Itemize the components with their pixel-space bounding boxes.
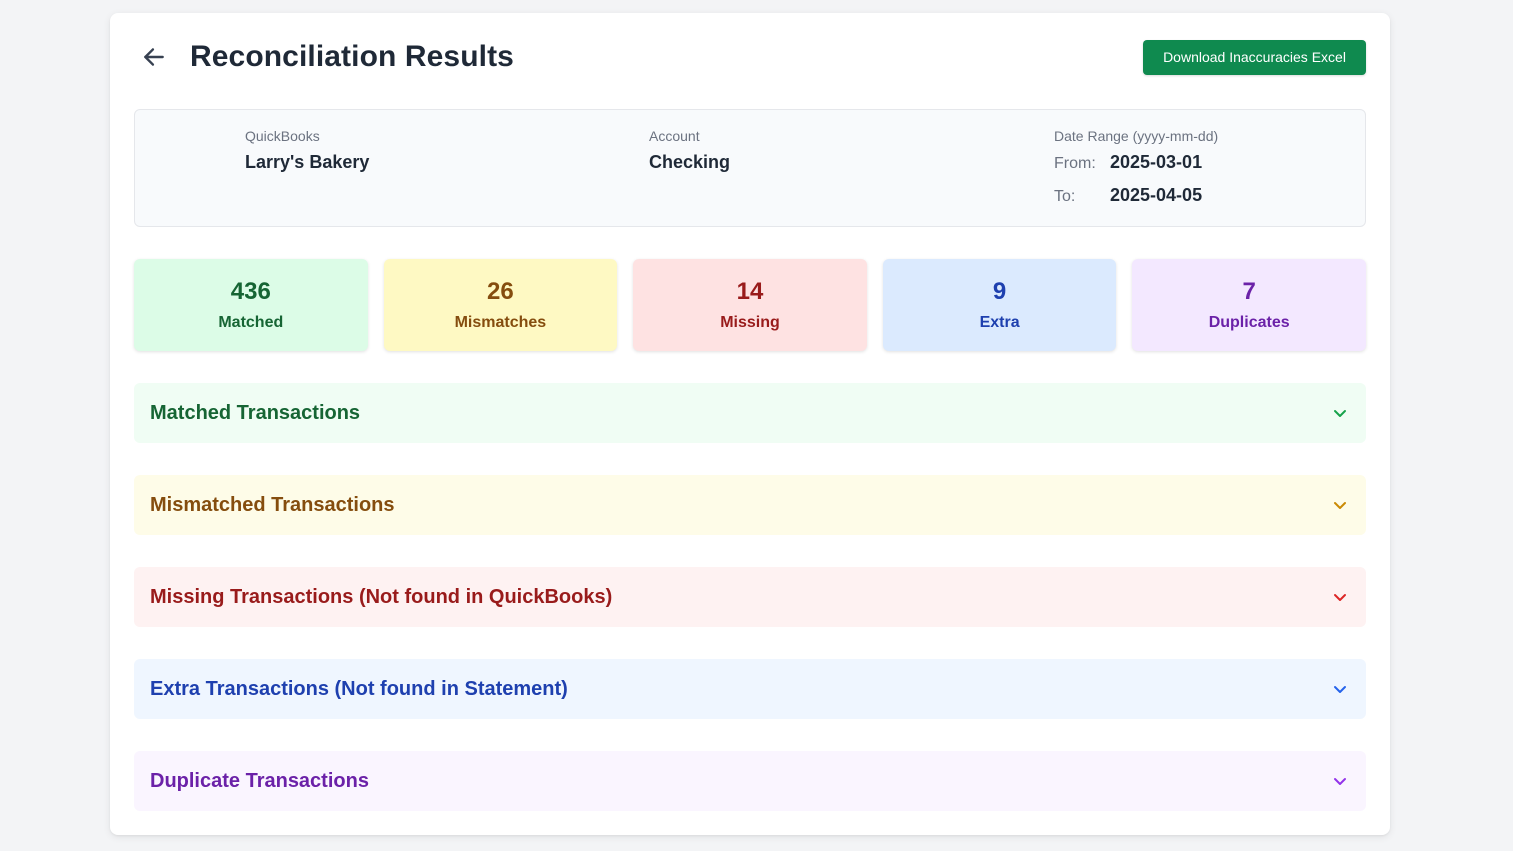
arrow-left-icon (144, 48, 164, 66)
date-from-row: From: 2025-03-01 (1054, 152, 1218, 173)
section-missing-title: Missing Transactions (Not found in Quick… (150, 585, 613, 608)
section-missing-transactions[interactable]: Missing Transactions (Not found in Quick… (134, 567, 1366, 627)
quickbooks-label: QuickBooks (245, 128, 320, 144)
quickbooks-company: Larry's Bakery (245, 152, 370, 172)
account-info: Account Checking (649, 128, 730, 173)
date-range-label: Date Range (yyyy-mm-dd) (1054, 128, 1219, 144)
to-label: To: (1054, 188, 1076, 205)
section-mismatched-transactions[interactable]: Mismatched Transactions (134, 475, 1366, 535)
chevron-down-icon[interactable] (1330, 495, 1350, 515)
stat-extra-count: 9 (992, 278, 1007, 305)
summary-stats: 436 Matched 26 Mismatches 14 Missing 9 E… (134, 259, 1366, 351)
stat-missing: 14 Missing (633, 259, 867, 351)
results-card: Reconciliation Results Download Inaccura… (110, 13, 1390, 835)
stat-matched-label: Matched (218, 314, 284, 331)
stat-mismatches: 26 Mismatches (383, 259, 618, 351)
chevron-down-icon[interactable] (1330, 771, 1350, 791)
stat-matched-count: 436 (230, 278, 271, 305)
stat-matched: 436 Matched (134, 259, 368, 351)
stat-duplicates-count: 7 (1242, 278, 1256, 305)
date-to-row: To: 2025-04-05 (1054, 185, 1218, 206)
section-duplicate-title: Duplicate Transactions (150, 769, 369, 792)
stat-duplicates-label: Duplicates (1208, 314, 1290, 331)
stat-mismatches-label: Mismatches (454, 314, 547, 331)
from-date: 2025-03-01 (1110, 152, 1203, 172)
page-header: Reconciliation Results Download Inaccura… (134, 37, 1366, 77)
from-label: From: (1054, 155, 1096, 172)
chevron-down-icon[interactable] (1330, 679, 1350, 699)
stat-mismatches-count: 26 (487, 278, 514, 305)
section-extra-title: Extra Transactions (Not found in Stateme… (150, 677, 568, 700)
section-duplicate-transactions[interactable]: Duplicate Transactions (134, 751, 1366, 811)
chevron-down-icon[interactable] (1330, 587, 1350, 607)
chevron-down-icon[interactable] (1330, 403, 1350, 423)
download-inaccuracies-button[interactable]: Download Inaccuracies Excel (1143, 39, 1366, 75)
page-title: Reconciliation Results (190, 40, 514, 73)
section-mismatched-title: Mismatched Transactions (150, 493, 395, 516)
section-extra-transactions[interactable]: Extra Transactions (Not found in Stateme… (134, 659, 1366, 719)
account-label: Account (649, 128, 700, 144)
to-date: 2025-04-05 (1110, 185, 1203, 205)
stat-extra-label: Extra (979, 314, 1020, 331)
account-name: Checking (649, 152, 731, 172)
date-range-info: Date Range (yyyy-mm-dd) From: 2025-03-01… (1054, 128, 1218, 218)
reconciliation-info-panel: QuickBooks Larry's Bakery Account Checki… (134, 109, 1366, 227)
header-left: Reconciliation Results (134, 37, 514, 77)
section-matched-title: Matched Transactions (150, 401, 361, 424)
section-matched-transactions[interactable]: Matched Transactions (134, 383, 1366, 443)
quickbooks-info: QuickBooks Larry's Bakery (245, 128, 369, 173)
back-button[interactable] (134, 37, 174, 77)
stat-duplicates: 7 Duplicates (1132, 259, 1366, 351)
stat-missing-label: Missing (720, 314, 780, 331)
stat-missing-count: 14 (736, 278, 764, 305)
stat-extra: 9 Extra (882, 259, 1117, 351)
